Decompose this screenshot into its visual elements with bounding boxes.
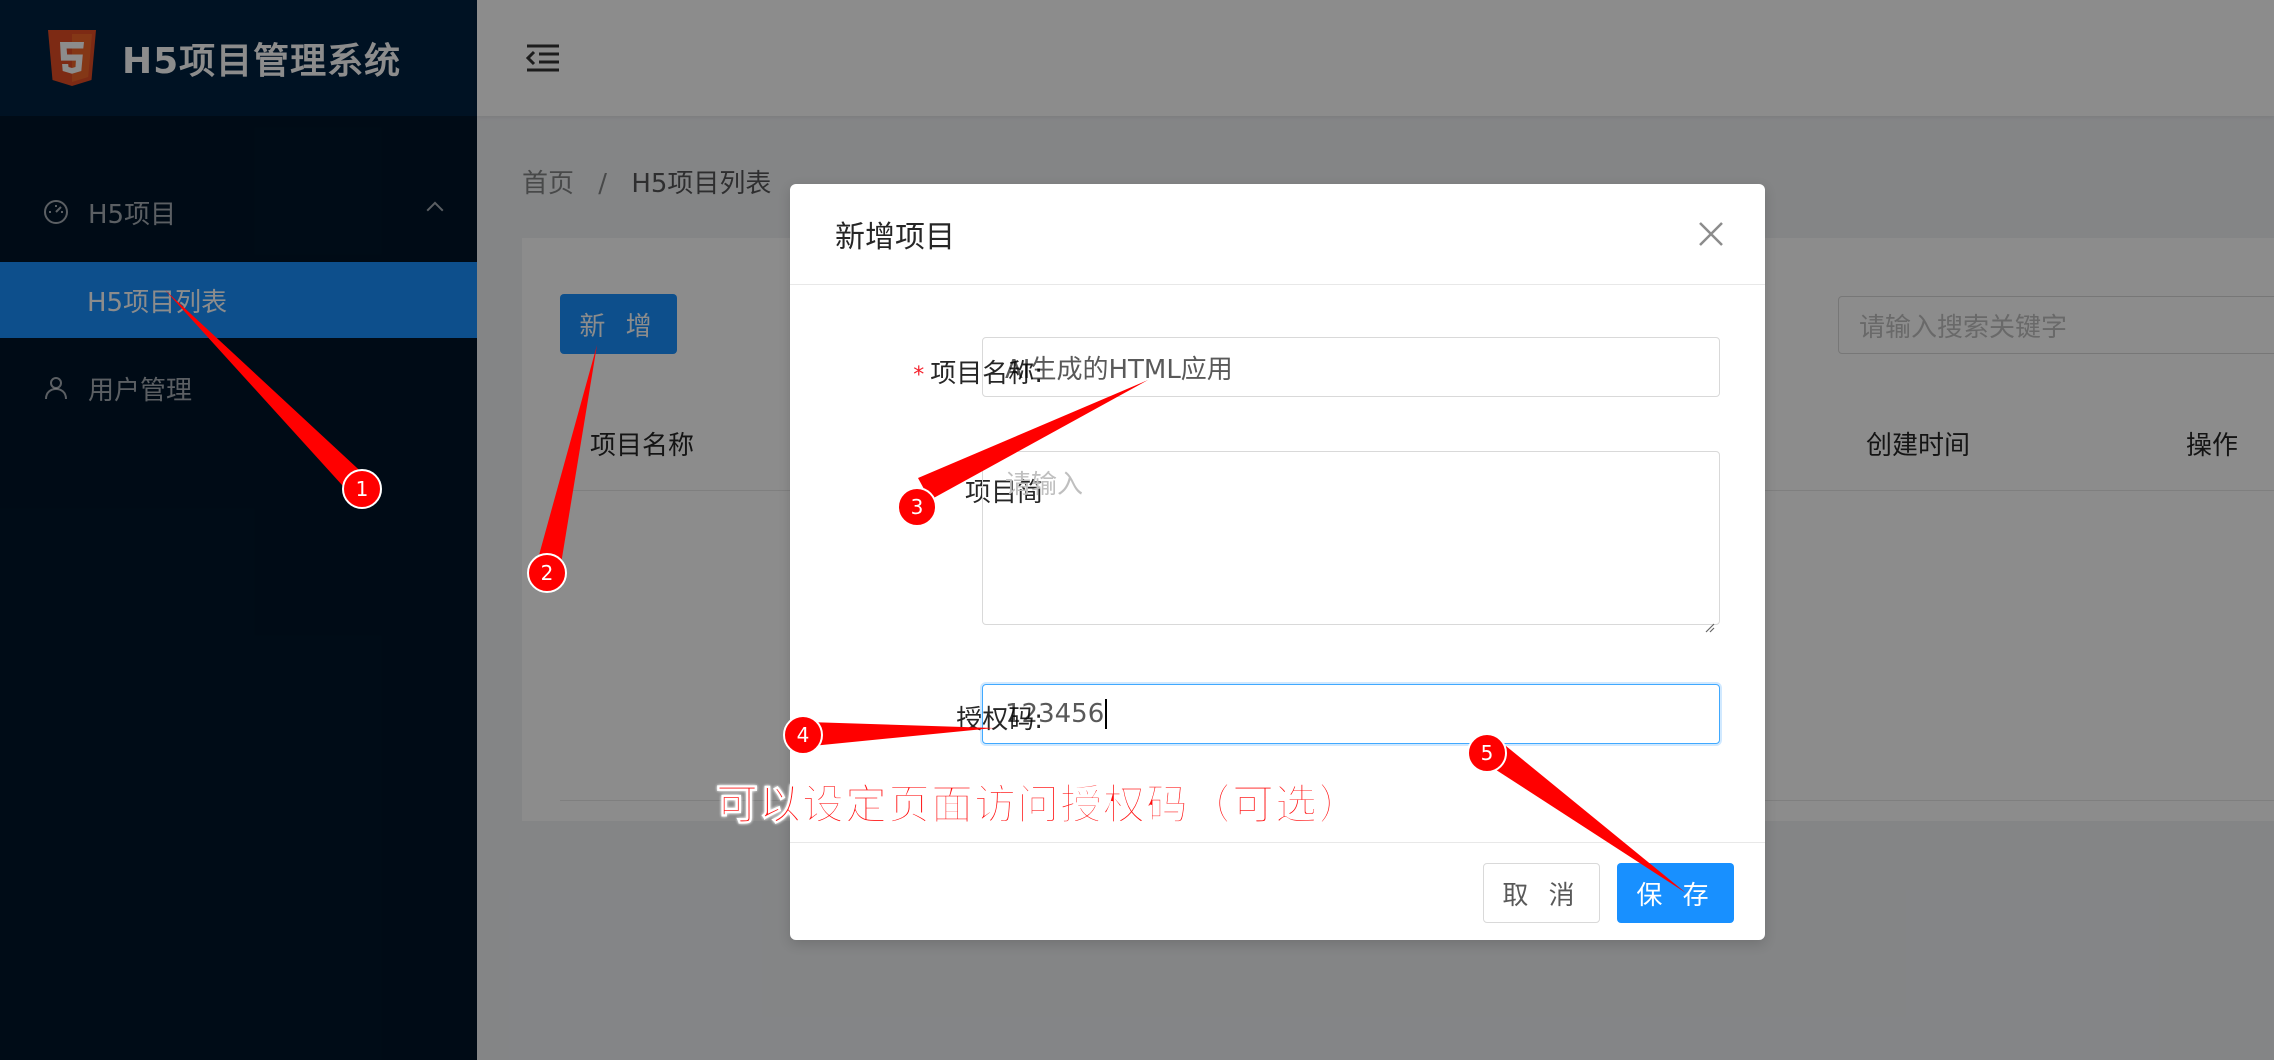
required-marker: * [913, 363, 925, 388]
text-caret [1105, 699, 1108, 729]
textarea-placeholder: 请输入 [1005, 470, 1084, 500]
resize-grip-icon[interactable] [1705, 610, 1715, 633]
modal-title: 新增项目 [835, 220, 955, 255]
save-button[interactable]: 保 存 [1617, 863, 1734, 923]
auth-code-value: 123456 [1005, 699, 1105, 729]
project-name-input[interactable]: AI生成的HTML应用 [982, 337, 1720, 397]
modal-footer: 取 消 保 存 [790, 842, 1765, 940]
auth-code-input[interactable]: 123456 [982, 684, 1720, 744]
cancel-button[interactable]: 取 消 [1483, 863, 1600, 923]
close-icon[interactable] [1697, 220, 1725, 248]
project-desc-textarea[interactable]: 请输入 [982, 451, 1720, 633]
add-project-modal: 新增项目 * 项目名称: AI生成的HTML应用 项目简 请输入 授权码: 123… [790, 184, 1765, 940]
modal-header: 新增项目 [790, 184, 1765, 285]
